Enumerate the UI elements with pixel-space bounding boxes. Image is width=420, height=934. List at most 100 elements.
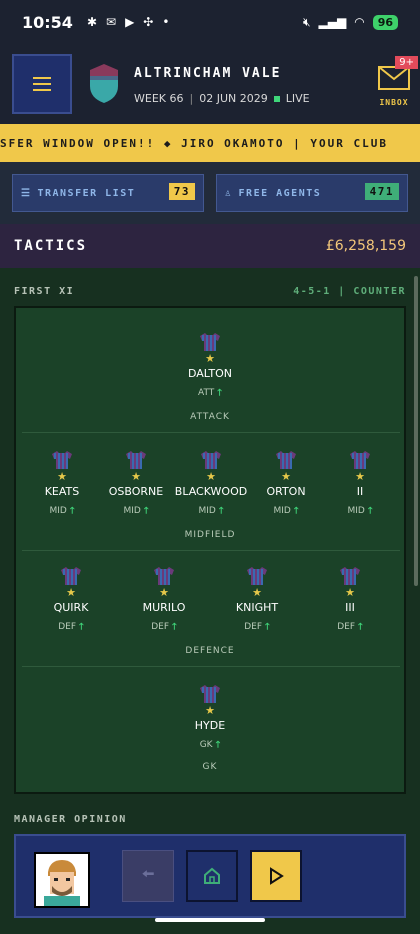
rating-star-icon: ★ [355, 470, 365, 483]
shirt-icon [126, 451, 146, 469]
scrollbar[interactable] [414, 276, 418, 586]
rating-star-icon: ★ [345, 586, 355, 599]
player-position: DEF 🡑 [151, 622, 177, 632]
zone-label-midfield: MIDFIELD [184, 530, 236, 540]
player-name: QUIRK [53, 601, 89, 614]
midfield-line: MIDFIELD ★ KEATS MID 🡑 ★ OSBORNE MID 🡑 ★ BLACKWOO… [16, 432, 404, 550]
lineup-header: FIRST XI 4-5-1 | COUNTER [14, 286, 406, 297]
manager-avatar[interactable] [34, 852, 90, 908]
player-name: OSBORNE [108, 485, 164, 498]
bug-icon: ✱ [86, 15, 97, 29]
player-card[interactable]: ★ MURILO DEF 🡑 [126, 566, 202, 635]
player-position: MID 🡑 [347, 506, 373, 516]
rating-star-icon: ★ [57, 470, 67, 483]
player-position: MID 🡑 [123, 506, 149, 516]
user-icon: ♙ [225, 187, 233, 199]
rating-star-icon: ★ [281, 470, 291, 483]
player-name: KNIGHT [235, 601, 279, 614]
player-name: HYDE [194, 719, 226, 732]
back-arrow-icon: 🠨 [141, 863, 155, 883]
club-budget: £6,258,159 [325, 238, 406, 254]
home-indicator[interactable] [155, 918, 265, 922]
week-label: WEEK 66 [134, 92, 184, 105]
player-card[interactable]: ★ QUIRK DEF 🡑 [33, 566, 109, 635]
ticker-text: SFER WINDOW OPEN!! ◆ JIRO OKAMOTO | YOUR… [0, 136, 389, 150]
rating-star-icon: ★ [205, 352, 215, 365]
news-ticker: SFER WINDOW OPEN!! ◆ JIRO OKAMOTO | YOUR… [0, 124, 420, 162]
season-info: WEEK 66 | 02 JUN 2029 LIVE [134, 92, 310, 105]
player-card[interactable]: ★ ORTON MID 🡑 [248, 450, 324, 519]
player-card[interactable]: ★ KEATS MID 🡑 [24, 450, 100, 519]
form-up-arrow-icon: 🡑 [217, 388, 222, 398]
rating-star-icon: ★ [252, 586, 262, 599]
mute-icon: 🔇︎ [302, 14, 311, 29]
player-name: III [345, 601, 355, 614]
player-card[interactable]: ★ HYDE GK 🡑 [172, 684, 248, 753]
player-position: ATT 🡑 [198, 388, 222, 398]
form-up-arrow-icon: 🡑 [218, 506, 224, 516]
zone-label-defence: DEFENCE [185, 646, 235, 656]
date-label: 02 JUN 2029 [199, 92, 268, 105]
first-xi-label: FIRST XI [14, 286, 75, 297]
player-position: GK 🡑 [199, 740, 221, 750]
notification-icons: ✱ ✉ ▶ ✣ • [87, 15, 170, 29]
transfer-list-button[interactable]: ☰ TRANSFER LIST 73 [12, 174, 204, 212]
tactics-title: TACTICS [14, 238, 88, 254]
home-button[interactable] [186, 850, 238, 902]
youtube-icon: ▶ [125, 15, 135, 29]
envelope-icon [378, 66, 410, 90]
transfer-list-label: TRANSFER LIST [37, 187, 136, 199]
rating-star-icon: ★ [66, 586, 76, 599]
formation-label[interactable]: 4-5-1 | COUNTER [293, 286, 406, 297]
form-up-arrow-icon: 🡑 [172, 622, 177, 632]
shirt-icon [61, 567, 81, 585]
player-position: MID 🡑 [198, 506, 224, 516]
shirt-icon [201, 451, 221, 469]
rating-star-icon: ★ [205, 704, 215, 717]
menu-button[interactable] [12, 54, 72, 114]
clock: 10:54 [22, 12, 73, 32]
manager-portrait-icon [36, 854, 88, 906]
status-bar: 10:54 ✱ ✉ ▶ ✣ • 🔇︎ ▂▄▆ ◠ 96 [0, 0, 420, 44]
rating-star-icon: ★ [131, 470, 141, 483]
shirt-icon [200, 333, 220, 351]
shirt-icon [276, 451, 296, 469]
club-name: ALTRINCHAM VALE [134, 66, 282, 81]
inbox-button[interactable]: 9+ INBOX [374, 56, 418, 110]
play-icon [270, 867, 284, 885]
form-up-arrow-icon: 🡑 [367, 506, 373, 516]
continue-button[interactable] [250, 850, 302, 902]
fan-icon: ✣ [143, 15, 154, 29]
player-card[interactable]: ★ DALTON ATT 🡑 [172, 332, 248, 401]
attack-line: ATTACK ★ DALTON ATT 🡑 [16, 308, 404, 432]
player-name: II [356, 485, 364, 498]
player-position: DEF 🡑 [58, 622, 84, 632]
form-up-arrow-icon: 🡑 [293, 506, 299, 516]
home-icon [204, 867, 220, 884]
shirt-icon [247, 567, 267, 585]
shirt-icon [350, 451, 370, 469]
player-name: ORTON [266, 485, 306, 498]
form-up-arrow-icon: 🡑 [265, 622, 270, 632]
shirt-icon [154, 567, 174, 585]
player-card[interactable]: ★ III DEF 🡑 [312, 566, 388, 635]
manager-opinion-label: MANAGER OPINION [14, 814, 127, 825]
back-button[interactable]: 🠨 [122, 850, 174, 902]
player-name: KEATS [44, 485, 80, 498]
inbox-label: INBOX [379, 98, 409, 107]
shirt-icon [200, 685, 220, 703]
form-up-arrow-icon: 🡑 [143, 506, 149, 516]
player-card[interactable]: ★ OSBORNE MID 🡑 [98, 450, 174, 519]
player-card[interactable]: ★ II MID 🡑 [322, 450, 398, 519]
live-label: LIVE [285, 92, 310, 105]
form-up-arrow-icon: 🡑 [358, 622, 363, 632]
player-position: DEF 🡑 [337, 622, 363, 632]
player-card[interactable]: ★ KNIGHT DEF 🡑 [219, 566, 295, 635]
defence-line: DEFENCE ★ QUIRK DEF 🡑 ★ MURILO DEF 🡑 ★ KNIGHT DEF 🡑… [16, 550, 404, 666]
club-crest-icon [90, 64, 118, 103]
player-name: MURILO [142, 601, 186, 614]
player-card[interactable]: ★ BLACKWOOD MID 🡑 [173, 450, 249, 519]
zone-label-attack: ATTACK [190, 412, 230, 422]
signal-icon: ▂▄▆ [318, 15, 347, 29]
free-agents-button[interactable]: ♙ FREE AGENTS 471 [216, 174, 408, 212]
